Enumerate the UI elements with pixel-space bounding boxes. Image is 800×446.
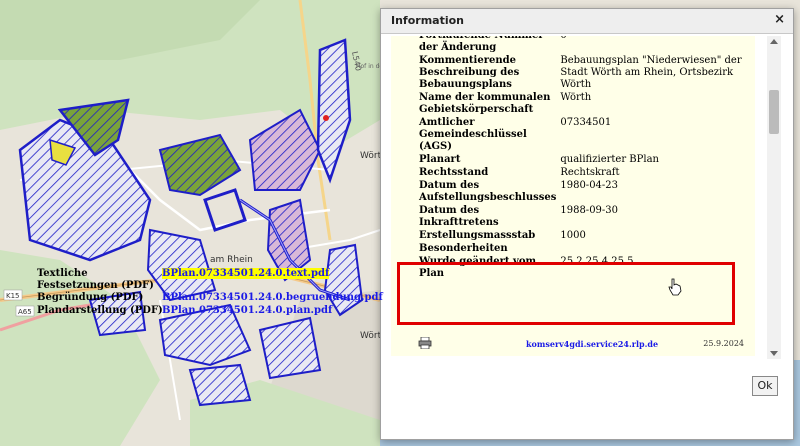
- attribute-key: Datum des Inkrafttretens: [419, 205, 499, 228]
- attribute-row: Datum des Aufstellungsbeschlusses 1980-04…: [417, 180, 755, 205]
- attribute-value: qualifizierter BPlan: [560, 154, 659, 165]
- attribute-key: Besonderheiten: [419, 243, 508, 254]
- information-dialog: Information × Fortlaufende Nummer der Än…: [380, 8, 794, 440]
- attribute-value: 1980-04-23: [560, 180, 619, 191]
- dialog-title: Information: [391, 14, 464, 27]
- attribute-value: 07334501: [560, 117, 612, 128]
- text-pdf-link[interactable]: BPlan.07334501.24.0.text.pdf: [162, 268, 330, 279]
- attribute-row: Besonderheiten: [417, 243, 755, 256]
- printer-icon[interactable]: [418, 337, 432, 349]
- attribute-value: 0: [558, 36, 755, 55]
- date-label: 25.9.2024: [703, 339, 744, 348]
- attribute-value: [558, 243, 755, 256]
- vertical-scrollbar[interactable]: [767, 36, 781, 359]
- attribute-value: 1000: [560, 230, 586, 241]
- attribute-row: Kommentierende Beschreibung des Bebauung…: [417, 55, 755, 92]
- attribute-key: Fortlaufende Nummer der Änderung: [419, 36, 544, 53]
- attribute-value: Rechtskraft: [560, 167, 620, 178]
- attribute-key: Planart: [419, 154, 461, 165]
- attribute-key: Erstellungsmassstab: [419, 230, 536, 241]
- map-label-place: am Rhein: [210, 255, 253, 265]
- attribute-row: Fortlaufende Nummer der Änderung 0: [417, 36, 755, 55]
- attribute-row: Planart qualifizierter BPlan: [417, 154, 755, 167]
- scroll-down-icon[interactable]: [770, 351, 778, 356]
- attribute-table: Fortlaufende Nummer der Änderung 0 Komment…: [417, 36, 755, 281]
- attribute-key: Rechtsstand: [419, 167, 489, 178]
- scroll-up-icon[interactable]: [770, 39, 778, 44]
- attribute-value: 1988-09-30: [560, 205, 619, 216]
- attribute-value: Bebauungsplan "Niederwiesen" der Stadt W…: [560, 55, 742, 90]
- close-icon[interactable]: ×: [774, 12, 785, 27]
- document-label: Plandarstellung (PDF): [37, 305, 163, 316]
- attribute-row: Erstellungsmassstab 1000: [417, 230, 755, 243]
- attribute-row: Name der kommunalen Gebietskörperschaft W…: [417, 92, 755, 117]
- highlight-box: [397, 262, 735, 325]
- attribute-key: Datum des Aufstellungsbeschlusses: [419, 180, 557, 203]
- source-link[interactable]: komserv4gdi.service24.rlp.de: [526, 339, 658, 349]
- map-label-place: Wört: [360, 151, 382, 161]
- plan-pdf-link[interactable]: BPlan.07334501.24.0.plan.pdf: [162, 305, 332, 316]
- ok-button[interactable]: Ok: [752, 376, 778, 396]
- document-label: Begründung (PDF): [37, 292, 144, 303]
- map-label-road: A65: [18, 308, 32, 316]
- attribute-key: Kommentierende Beschreibung des Bebauung…: [419, 55, 520, 90]
- map-label-place: Wört: [360, 331, 382, 341]
- begruendung-pdf-link[interactable]: BPlan.07334501.24.0.begruendung.pdf: [162, 292, 383, 303]
- attribute-value: Wörth: [560, 92, 592, 103]
- attribute-row: Rechtsstand Rechtskraft: [417, 167, 755, 180]
- hand-cursor-icon: [668, 278, 682, 296]
- document-label: Textliche Festsetzungen (PDF): [37, 268, 154, 291]
- attribute-key: Amtlicher Gemeindeschlüssel (AGS): [419, 117, 527, 152]
- dialog-titlebar[interactable]: Information ×: [381, 9, 793, 34]
- attribute-row: Datum des Inkrafttretens 1988-09-30: [417, 205, 755, 230]
- map-label-road: K15: [6, 292, 20, 300]
- attribute-row: Amtlicher Gemeindeschlüssel (AGS) 0733450…: [417, 117, 755, 154]
- scroll-thumb[interactable]: [769, 90, 779, 134]
- attribute-key: Name der kommunalen Gebietskörperschaft: [419, 92, 551, 115]
- dialog-footer: komserv4gdi.service24.rlp.de 25.9.2024: [418, 337, 744, 351]
